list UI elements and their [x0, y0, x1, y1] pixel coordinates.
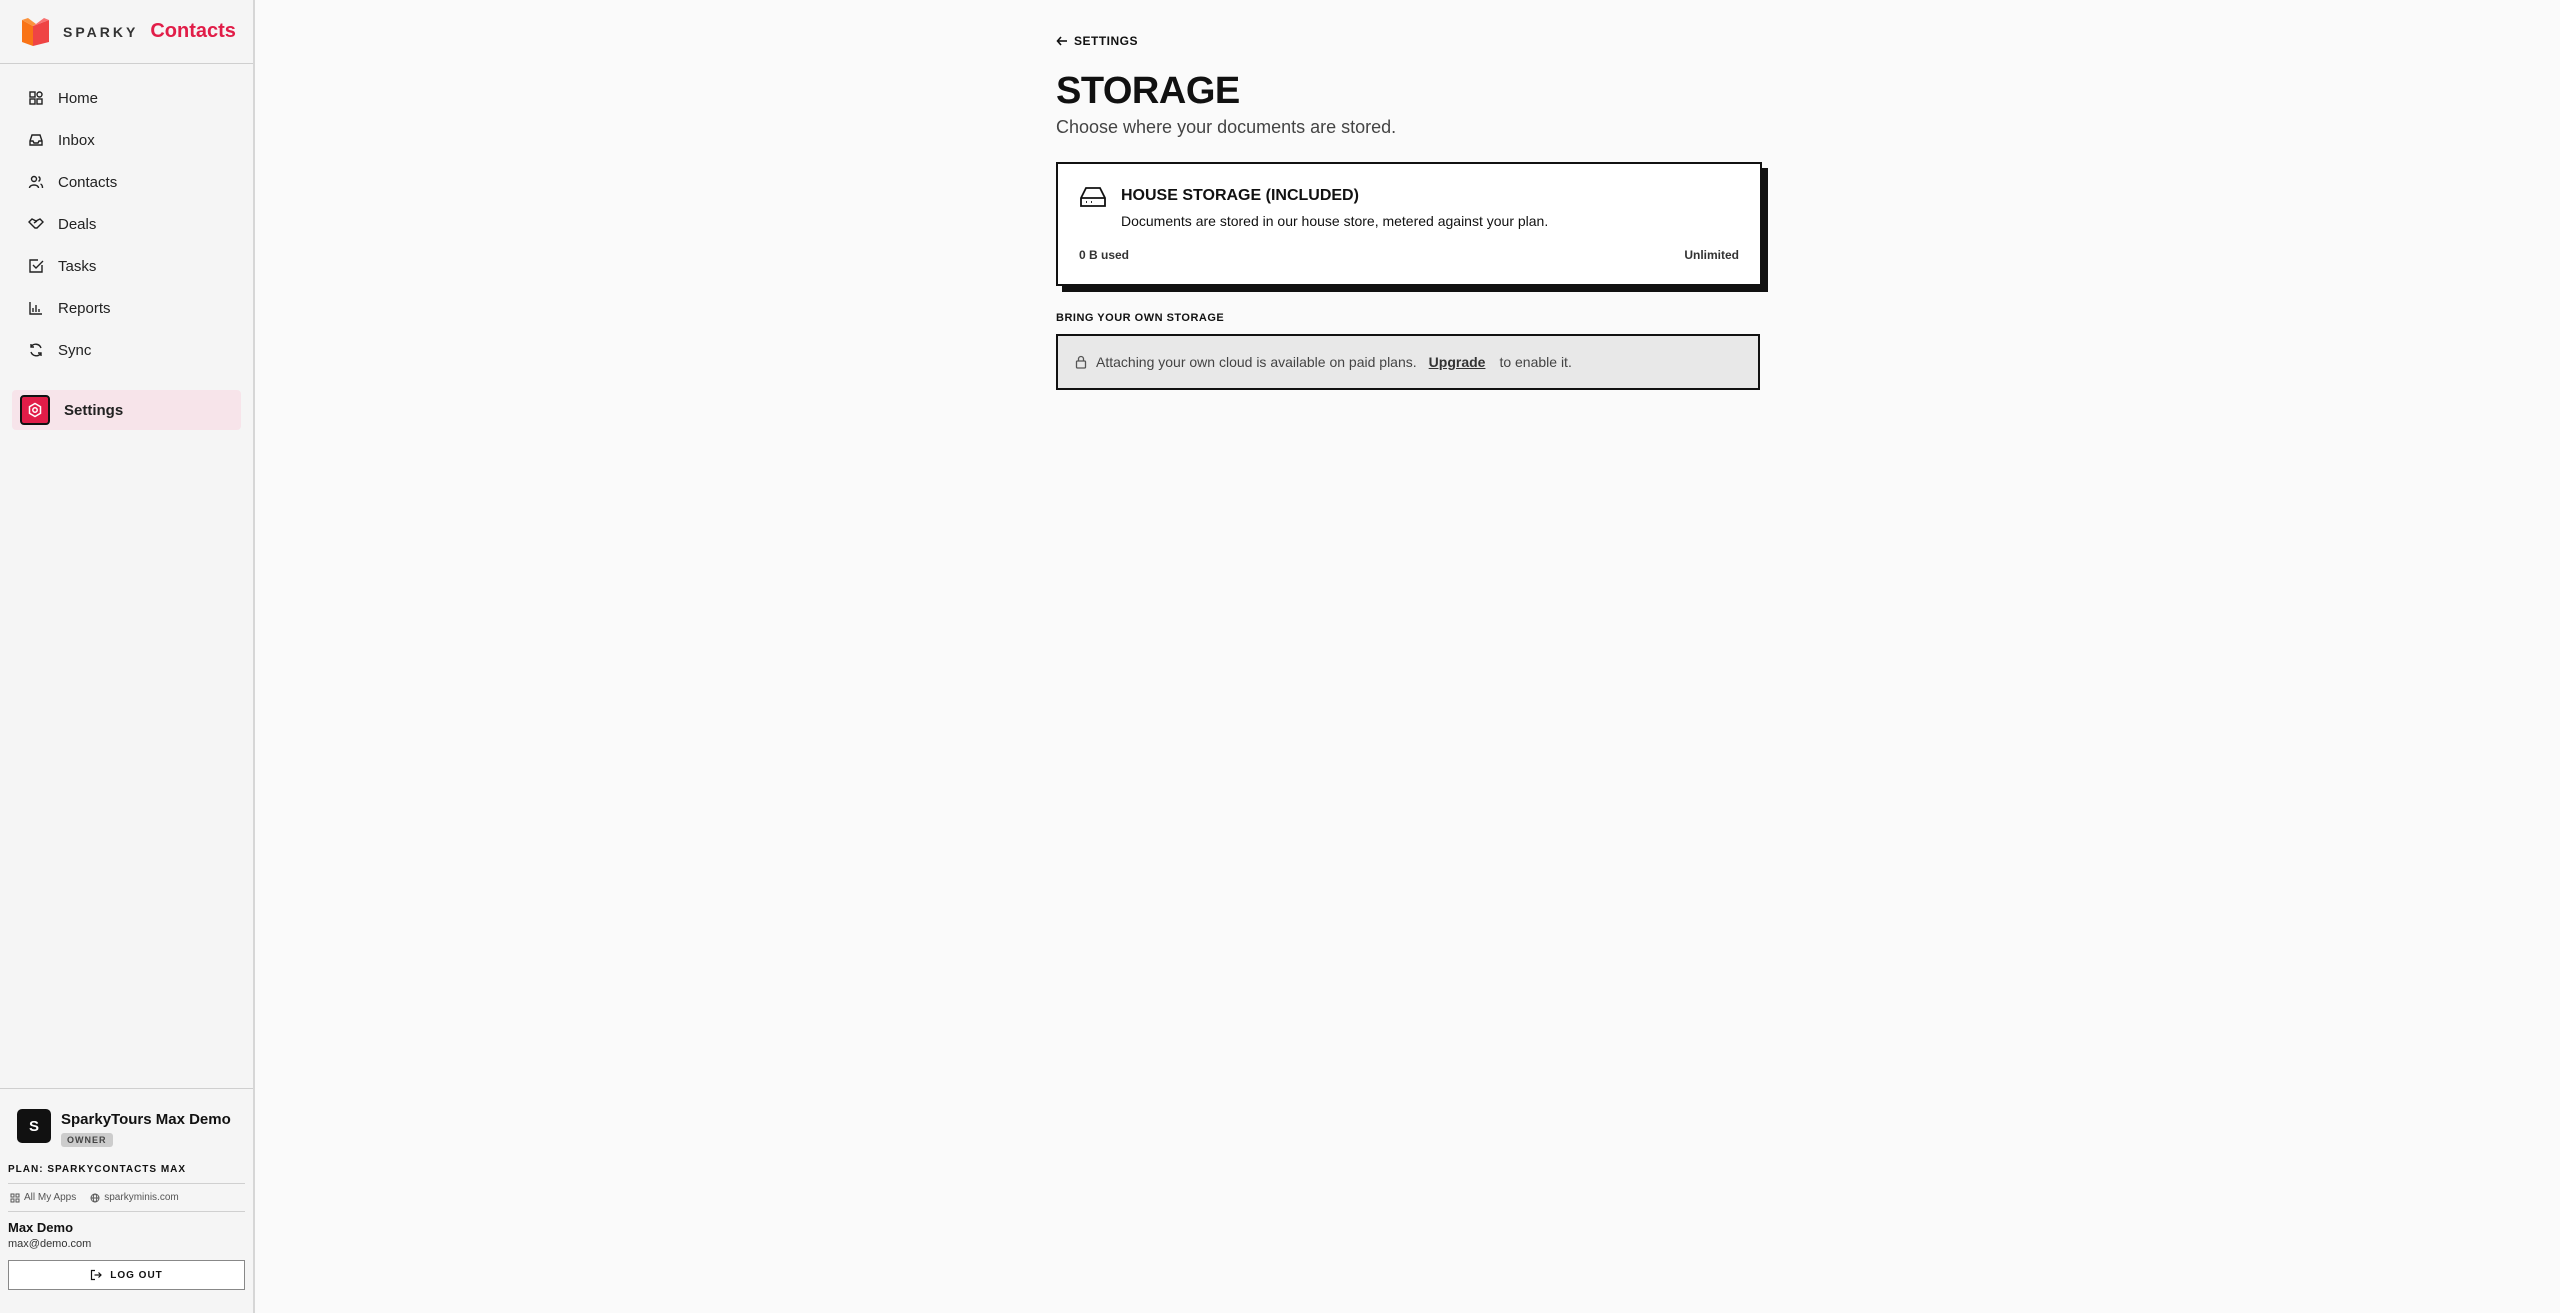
house-storage-desc: Documents are stored in our house store,… — [1121, 213, 1549, 229]
user-name: Max Demo — [8, 1220, 74, 1235]
nav-item-home[interactable]: Home — [12, 78, 241, 118]
inbox-icon — [29, 134, 43, 146]
main-content: SETTINGS STORAGE Choose where your docum… — [1056, 0, 1762, 390]
site-label: sparkyminis.com — [104, 1192, 179, 1203]
byo-text-before: Attaching your own cloud is available on… — [1096, 354, 1417, 370]
logout-button[interactable]: LOG OUT — [8, 1260, 245, 1290]
back-to-settings-link[interactable]: SETTINGS — [1056, 34, 1760, 48]
footer-links: All My Apps sparkyminis.com — [8, 1184, 245, 1212]
page-subtitle: Choose where your documents are stored. — [1056, 117, 1397, 137]
nav-label: Reports — [58, 299, 111, 317]
user-email: max@demo.com — [8, 1238, 92, 1250]
org-avatar: S — [17, 1109, 51, 1143]
brand[interactable]: SPARKY Contacts — [0, 0, 253, 64]
storage-limit: Unlimited — [1684, 248, 1739, 262]
plan-label: PLAN: SPARKYCONTACTS MAX — [8, 1164, 245, 1184]
upgrade-link[interactable]: Upgrade — [1429, 354, 1486, 370]
nav-label: Contacts — [58, 173, 118, 191]
hard-drive-icon — [1079, 184, 1107, 229]
nav-label: Tasks — [58, 257, 97, 275]
sidebar-footer: S SparkyTours Max Demo OWNER PLAN: SPARK… — [0, 1088, 253, 1313]
page-title: STORAGE — [1056, 70, 1240, 112]
house-storage-title: HOUSE STORAGE (INCLUDED) — [1121, 187, 1359, 204]
settings-icon — [28, 402, 42, 418]
nav-label: Sync — [58, 341, 92, 359]
house-storage-card[interactable]: HOUSE STORAGE (INCLUDED) Documents are s… — [1056, 162, 1762, 286]
nav-item-reports[interactable]: Reports — [12, 288, 241, 328]
main-nav: Home Inbox Contacts Deals Tasks Reports … — [12, 78, 241, 432]
arrow-left-icon — [1056, 36, 1067, 46]
role-badge: OWNER — [61, 1133, 113, 1147]
checkbox-icon — [29, 259, 44, 273]
nav-item-settings[interactable]: Settings — [12, 390, 241, 430]
logout-icon — [91, 1269, 103, 1281]
users-icon — [28, 175, 44, 189]
org-name: SparkyTours Max Demo — [61, 1111, 231, 1128]
grid-icon — [10, 1193, 20, 1202]
handshake-icon — [28, 218, 44, 229]
nav-item-tasks[interactable]: Tasks — [12, 246, 241, 286]
bar-chart-icon — [29, 302, 42, 315]
sparky-logo-icon — [22, 17, 49, 46]
byo-text-after: to enable it. — [1499, 354, 1572, 370]
home-icon — [29, 91, 43, 105]
settings-icon-badge — [20, 395, 50, 425]
nav-label: Inbox — [58, 131, 95, 149]
org-switcher[interactable]: S SparkyTours Max Demo OWNER — [8, 1089, 245, 1148]
globe-icon — [90, 1193, 100, 1202]
byo-storage-locked-notice: Attaching your own cloud is available on… — [1056, 334, 1760, 390]
brand-app-name: Contacts — [150, 20, 236, 42]
sidebar: SPARKY Contacts Home Inbox Contacts Deal… — [0, 0, 255, 1313]
nav-label: Home — [58, 89, 99, 107]
brand-sparky: SPARKY — [63, 23, 139, 40]
all-apps-link[interactable]: All My Apps — [10, 1192, 76, 1203]
user-info: Max Demo max@demo.com — [8, 1212, 245, 1250]
logout-label: LOG OUT — [110, 1269, 163, 1281]
byo-storage-heading: BRING YOUR OWN STORAGE — [1056, 312, 1225, 324]
nav-item-contacts[interactable]: Contacts — [12, 162, 241, 202]
sync-icon — [30, 343, 42, 357]
back-label: SETTINGS — [1074, 34, 1139, 48]
lock-icon — [1075, 355, 1087, 369]
storage-used: 0 B used — [1079, 248, 1130, 262]
nav-label: Settings — [64, 401, 124, 419]
nav-item-deals[interactable]: Deals — [12, 204, 241, 244]
nav-item-sync[interactable]: Sync — [12, 330, 241, 370]
nav-label: Deals — [58, 215, 97, 233]
nav-item-inbox[interactable]: Inbox — [12, 120, 241, 160]
site-link[interactable]: sparkyminis.com — [90, 1192, 179, 1203]
all-apps-label: All My Apps — [24, 1192, 77, 1203]
